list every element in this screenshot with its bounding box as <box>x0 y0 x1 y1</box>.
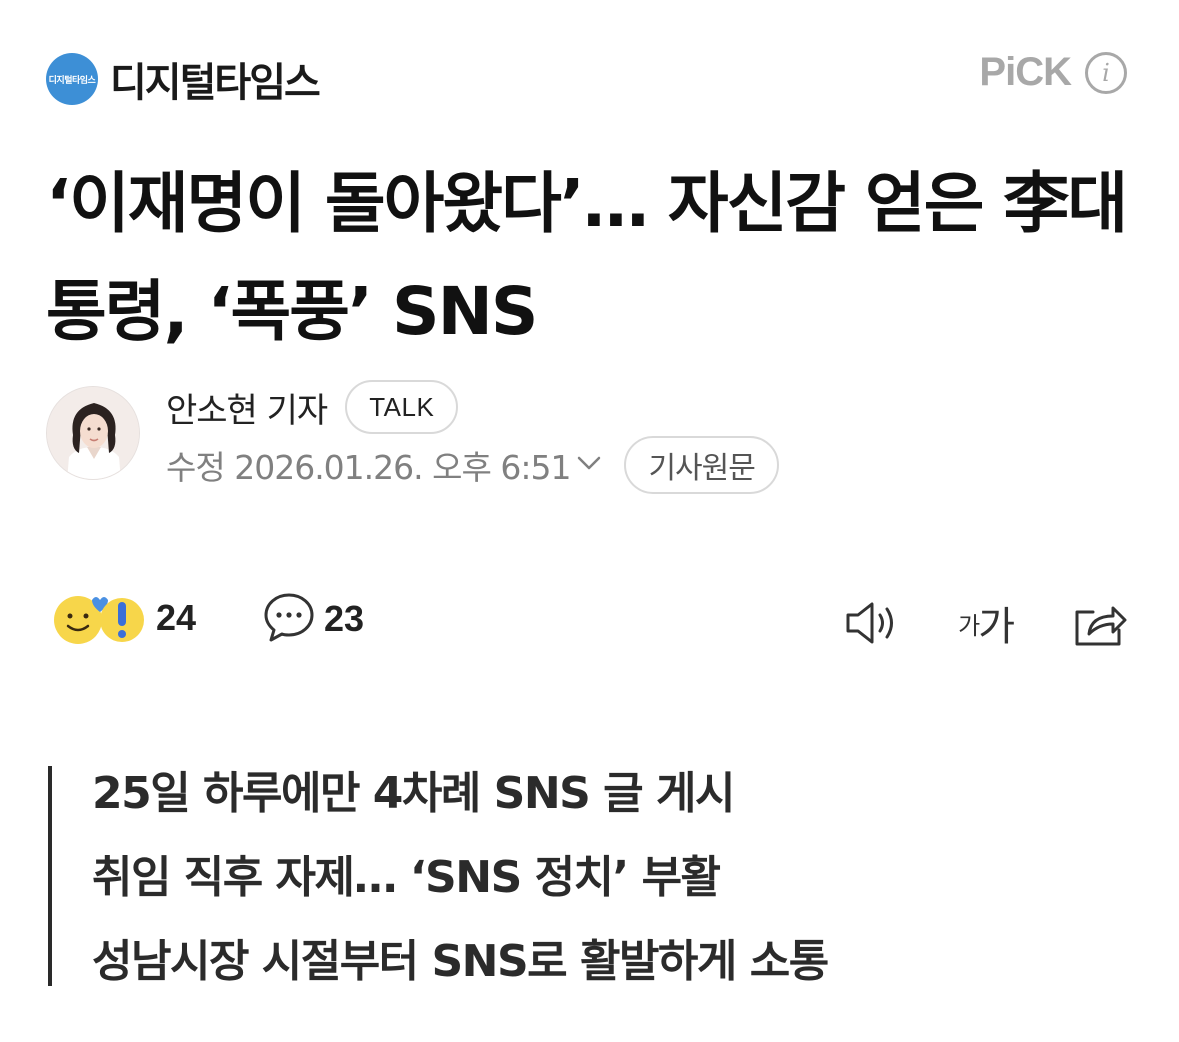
article-page: 디지털타임스 디지털타임스 PiCK i ‘이재명이 돌아왔다’… 자신감 얻은… <box>0 0 1179 1042</box>
press-name[interactable]: 디지털타임스 <box>110 50 321 108</box>
original-article-button[interactable]: 기사원문 <box>624 436 779 494</box>
speaker-icon[interactable] <box>844 598 902 648</box>
summary-line: 취임 직후 자제… ‘SNS 정치’ 부활 <box>92 852 721 903</box>
comment-button[interactable]: 23 <box>262 590 364 648</box>
share-icon[interactable] <box>1071 598 1129 648</box>
reporter-avatar[interactable] <box>46 386 140 480</box>
reaction-count: 24 <box>156 597 197 638</box>
comment-count: 23 <box>324 598 365 639</box>
font-size-large-label: 가 <box>978 604 1015 650</box>
reporter-name[interactable]: 안소현 기자 <box>166 383 328 432</box>
font-size-small-label: 가 <box>958 611 981 640</box>
press-logo[interactable]: 디지털타임스 <box>46 53 98 105</box>
date-row: 수정 2026.01.26. 오후 6:51 기사원문 <box>166 436 779 494</box>
reporter-row: 안소현 기자 TALK <box>166 380 459 434</box>
avatar-portrait-icon <box>47 387 139 479</box>
info-icon[interactable]: i <box>1085 51 1127 94</box>
summary-line: 성남시장 시절부터 SNS로 활발하게 소통 <box>92 936 829 987</box>
comment-icon <box>262 590 316 648</box>
chevron-down-icon[interactable] <box>576 453 602 477</box>
article-summary: 25일 하루에만 4차례 SNS 글 게시 취임 직후 자제… ‘SNS 정치’… <box>48 766 1128 987</box>
press-header[interactable]: 디지털타임스 디지털타임스 <box>46 50 321 108</box>
pick-label: PiCK <box>979 50 1072 94</box>
reaction-emoji-icon <box>52 590 148 646</box>
pick-area: PiCK i <box>979 50 1127 95</box>
font-size-icon[interactable]: 가 가 <box>958 594 1015 652</box>
talk-button[interactable]: TALK <box>345 380 459 434</box>
article-tools: 가 가 <box>788 594 1129 652</box>
article-headline: ‘이재명이 돌아왔다’… 자신감 얻은 李대통령, ‘폭풍’ SNS <box>46 165 1128 350</box>
updated-date: 수정 2026.01.26. 오후 6:51 <box>166 448 571 487</box>
summary-line: 25일 하루에만 4차례 SNS 글 게시 <box>92 768 735 819</box>
reaction-button[interactable]: 24 <box>52 590 196 646</box>
